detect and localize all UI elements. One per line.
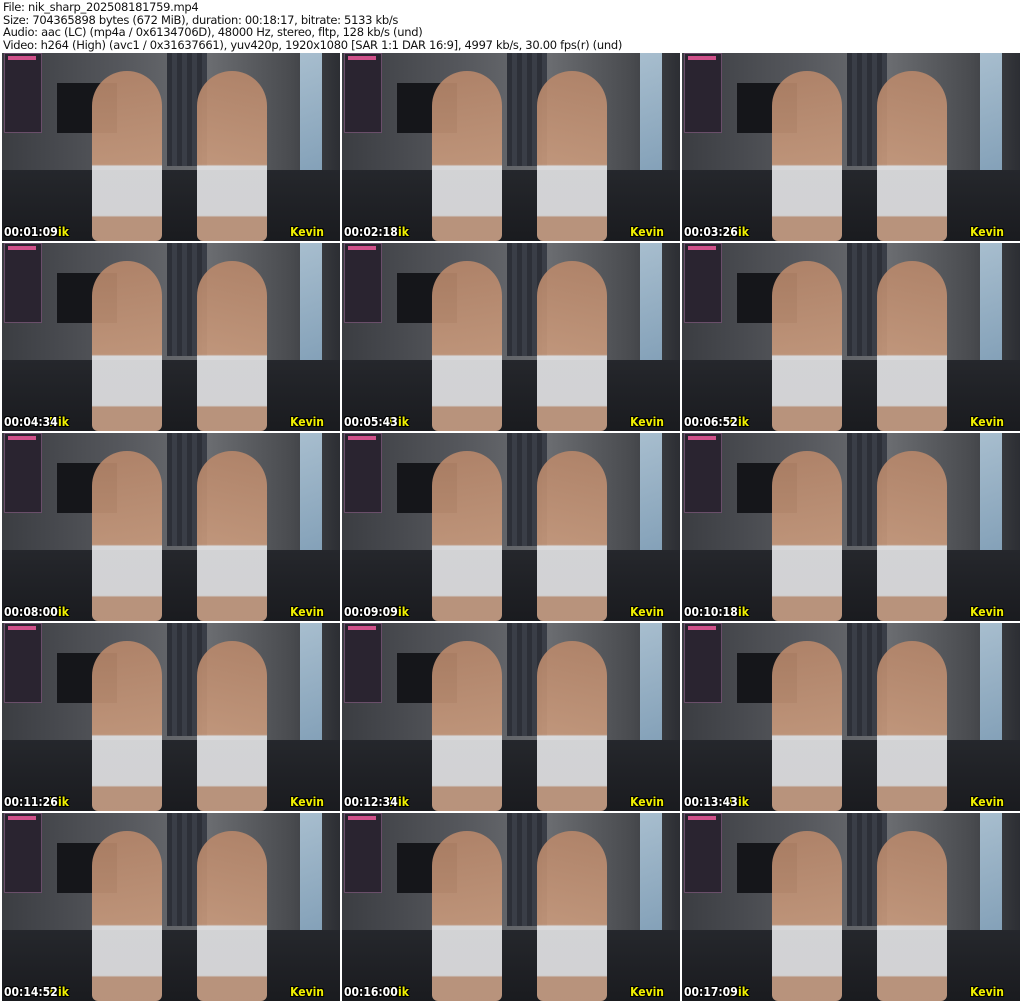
overlay-widget	[684, 813, 722, 893]
overlay-widget	[4, 53, 42, 133]
person-figure-right	[877, 831, 947, 1001]
audio-info: Audio: aac (LC) (mp4a / 0x6134706D), 480…	[3, 25, 423, 39]
person-figure-left	[92, 261, 162, 431]
video-thumbnail[interactable]: Nik 00:03:26 Kevin	[682, 53, 1020, 241]
person-figure-left	[772, 831, 842, 1001]
video-thumbnail[interactable]: Nik 00:10:18 Kevin	[682, 433, 1020, 621]
person-figure-left	[92, 831, 162, 1001]
person-figure-left	[772, 451, 842, 621]
person-figure-right	[877, 261, 947, 431]
video-thumbnail[interactable]: Nik 00:04:34 Kevin	[2, 243, 340, 431]
timestamp: 00:02:18	[344, 225, 398, 239]
video-thumbnail[interactable]: Nik 00:02:18 Kevin	[342, 53, 680, 241]
overlay-widget	[4, 623, 42, 703]
video-thumbnail[interactable]: Nik 00:13:43 Kevin	[682, 623, 1020, 811]
overlay-widget	[344, 243, 382, 323]
person-figure-left	[432, 451, 502, 621]
overlay-widget	[344, 433, 382, 513]
overlay-widget	[684, 53, 722, 133]
name-label-right: Kevin	[970, 225, 1004, 239]
timestamp: 00:17:09	[684, 985, 738, 999]
overlay-widget	[684, 433, 722, 513]
person-figure-right	[197, 71, 267, 241]
person-figure-right	[537, 71, 607, 241]
name-label-right: Kevin	[290, 415, 324, 429]
name-label-right: Kevin	[290, 985, 324, 999]
timestamp: 00:16:00	[344, 985, 398, 999]
person-figure-right	[197, 831, 267, 1001]
timestamp: 00:14:52	[4, 985, 58, 999]
person-figure-right	[537, 641, 607, 811]
video-thumbnail[interactable]: Nik 00:05:43 Kevin	[342, 243, 680, 431]
video-thumbnail[interactable]: Nik 00:17:09 Kevin	[682, 813, 1020, 1001]
person-figure-right	[877, 451, 947, 621]
timestamp: 00:04:34	[4, 415, 58, 429]
name-label-right: Kevin	[630, 225, 664, 239]
person-figure-left	[772, 71, 842, 241]
person-figure-right	[537, 451, 607, 621]
overlay-widget	[344, 623, 382, 703]
timestamp: 00:08:00	[4, 605, 58, 619]
video-thumbnail[interactable]: Nik 00:06:52 Kevin	[682, 243, 1020, 431]
video-thumbnail[interactable]: Nik 00:01:09 Kevin	[2, 53, 340, 241]
person-figure-right	[537, 831, 607, 1001]
person-figure-left	[92, 71, 162, 241]
overlay-widget	[684, 623, 722, 703]
name-label-right: Kevin	[630, 415, 664, 429]
timestamp: 00:03:26	[684, 225, 738, 239]
video-info: Video: h264 (High) (avc1 / 0x31637661), …	[3, 37, 623, 52]
person-figure-right	[537, 261, 607, 431]
video-thumbnail[interactable]: Nik 00:14:52 Kevin	[2, 813, 340, 1001]
timestamp: 00:06:52	[684, 415, 738, 429]
file-name: File: nik_sharp_202508181759.mp4	[3, 0, 199, 14]
person-figure-left	[432, 641, 502, 811]
timestamp: 00:01:09	[4, 225, 58, 239]
name-label-right: Kevin	[290, 605, 324, 619]
timestamp: 00:13:43	[684, 795, 738, 809]
person-figure-right	[197, 641, 267, 811]
timestamp: 00:09:09	[344, 605, 398, 619]
name-label-right: Kevin	[290, 795, 324, 809]
overlay-widget	[344, 53, 382, 133]
video-thumbnail[interactable]: Nik 00:12:34 Kevin	[342, 623, 680, 811]
person-figure-left	[772, 261, 842, 431]
person-figure-left	[92, 641, 162, 811]
name-label-right: Kevin	[970, 985, 1004, 999]
overlay-widget	[344, 813, 382, 893]
person-figure-right	[197, 451, 267, 621]
name-label-right: Kevin	[630, 795, 664, 809]
name-label-right: Kevin	[630, 605, 664, 619]
person-figure-left	[772, 641, 842, 811]
person-figure-left	[92, 451, 162, 621]
name-label-right: Kevin	[970, 795, 1004, 809]
video-thumbnail[interactable]: Nik 00:11:26 Kevin	[2, 623, 340, 811]
overlay-widget	[684, 243, 722, 323]
timestamp: 00:12:34	[344, 795, 398, 809]
person-figure-left	[432, 831, 502, 1001]
thumbnail-grid: Nik 00:01:09 Kevin Nik 00:02:18 Kevin Nik 00:03…	[2, 53, 1022, 1001]
timestamp: 00:10:18	[684, 605, 738, 619]
person-figure-right	[877, 71, 947, 241]
timestamp: 00:11:26	[4, 795, 58, 809]
file-info-header: File: nik_sharp_202508181759.mp4 Size: 7…	[3, 1, 622, 51]
overlay-widget	[4, 433, 42, 513]
name-label-right: Kevin	[290, 225, 324, 239]
name-label-right: Kevin	[630, 985, 664, 999]
name-label-right: Kevin	[970, 605, 1004, 619]
video-thumbnail[interactable]: Nik 00:09:09 Kevin	[342, 433, 680, 621]
name-label-right: Kevin	[970, 415, 1004, 429]
overlay-widget	[4, 813, 42, 893]
person-figure-right	[197, 261, 267, 431]
video-thumbnail[interactable]: Nik 00:08:00 Kevin	[2, 433, 340, 621]
person-figure-left	[432, 261, 502, 431]
timestamp: 00:05:43	[344, 415, 398, 429]
overlay-widget	[4, 243, 42, 323]
video-thumbnail[interactable]: Nik 00:16:00 Kevin	[342, 813, 680, 1001]
person-figure-left	[432, 71, 502, 241]
person-figure-right	[877, 641, 947, 811]
